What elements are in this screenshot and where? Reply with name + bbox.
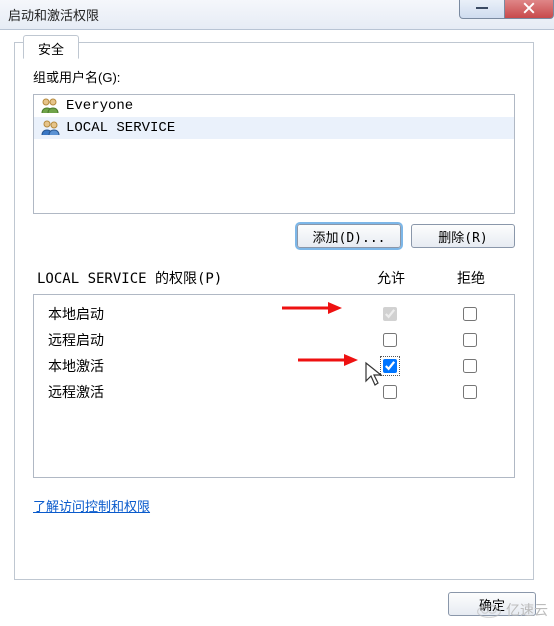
close-icon xyxy=(523,2,535,14)
list-item[interactable]: LOCAL SERVICE xyxy=(34,117,514,139)
list-button-row: 添加(D)... 删除(R) xyxy=(33,224,515,248)
security-panel: 安全 组或用户名(G): Everyone LOCAL SERVICE 添加(D… xyxy=(14,42,534,580)
window-title: 启动和激活权限 xyxy=(8,5,99,24)
cursor-icon xyxy=(364,361,386,387)
watermark-text: 亿速云 xyxy=(506,600,548,620)
deny-checkbox-remote-launch[interactable] xyxy=(463,333,477,347)
perm-label: 远程激活 xyxy=(38,382,350,402)
cloud-icon xyxy=(476,601,502,619)
list-item-label: Everyone xyxy=(66,98,133,114)
help-link[interactable]: 了解访问控制和权限 xyxy=(33,499,150,514)
minimize-icon xyxy=(476,7,488,9)
arrow-annotation-icon xyxy=(282,301,342,315)
group-users-label: 组或用户名(G): xyxy=(33,67,515,86)
allow-checkbox-remote-launch[interactable] xyxy=(383,333,397,347)
perm-row: 远程启动 xyxy=(38,327,510,353)
deny-checkbox-local-activation[interactable] xyxy=(463,359,477,373)
titlebar: 启动和激活权限 xyxy=(0,0,554,30)
perm-label: 远程启动 xyxy=(38,330,350,350)
watermark: 亿速云 xyxy=(476,600,548,620)
list-item-label: LOCAL SERVICE xyxy=(66,120,175,136)
minimize-button[interactable] xyxy=(459,0,505,19)
arrow-annotation-icon xyxy=(298,353,358,367)
add-button[interactable]: 添加(D)... xyxy=(297,224,401,248)
group-icon xyxy=(40,97,60,115)
tab-security[interactable]: 安全 xyxy=(23,35,79,59)
perm-row: 远程激活 xyxy=(38,379,510,405)
allow-checkbox-local-launch[interactable] xyxy=(383,307,397,321)
deny-checkbox-remote-activation[interactable] xyxy=(463,385,477,399)
allow-header: 允许 xyxy=(351,268,431,288)
deny-checkbox-local-launch[interactable] xyxy=(463,307,477,321)
permissions-box: 本地启动 远程启动 本地激活 远程激活 xyxy=(33,294,515,478)
deny-header: 拒绝 xyxy=(431,268,511,288)
group-users-list[interactable]: Everyone LOCAL SERVICE xyxy=(33,94,515,214)
list-item[interactable]: Everyone xyxy=(34,95,514,117)
perm-row: 本地启动 xyxy=(38,301,510,327)
permissions-title: LOCAL SERVICE 的权限(P) xyxy=(37,268,351,288)
users-icon xyxy=(40,119,60,137)
perm-row: 本地激活 xyxy=(38,353,510,379)
remove-button[interactable]: 删除(R) xyxy=(411,224,515,248)
close-button[interactable] xyxy=(504,0,554,19)
titlebar-buttons xyxy=(460,0,554,19)
permissions-header: LOCAL SERVICE 的权限(P) 允许 拒绝 xyxy=(33,268,515,288)
allow-checkbox-remote-activation[interactable] xyxy=(383,385,397,399)
help-link-row: 了解访问控制和权限 xyxy=(33,496,515,515)
